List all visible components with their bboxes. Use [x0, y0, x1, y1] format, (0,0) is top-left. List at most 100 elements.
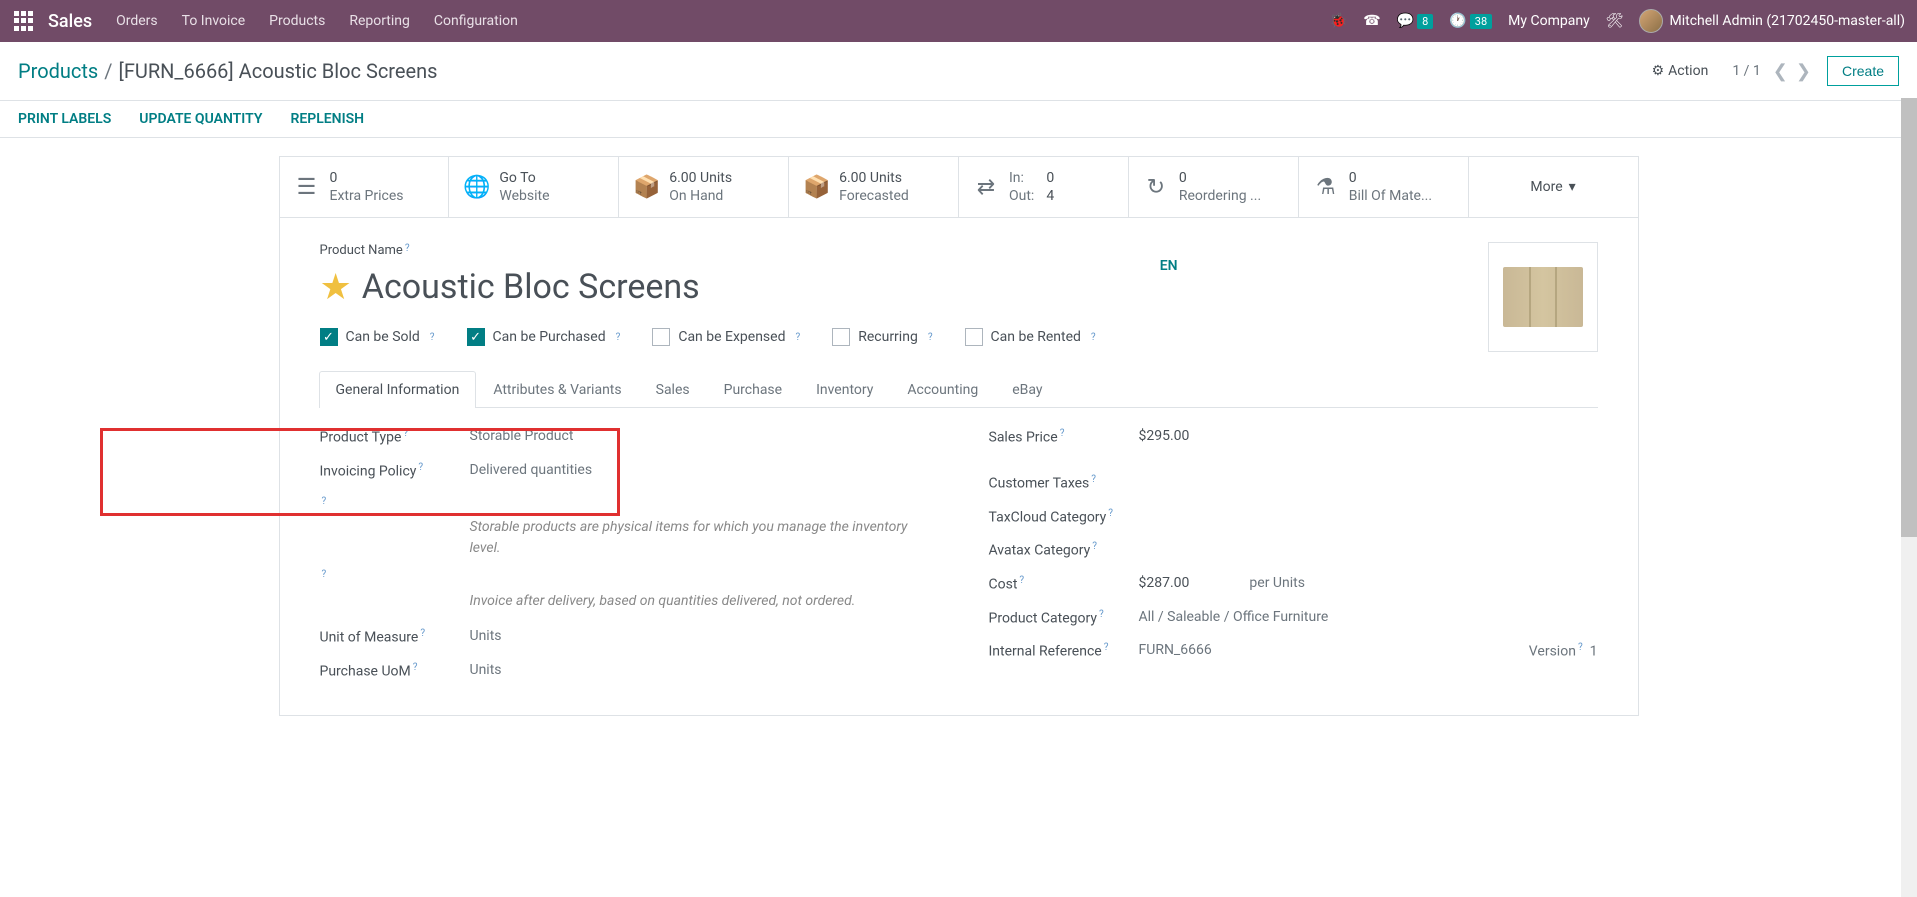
pager[interactable]: 1 / 1 [1732, 63, 1760, 79]
print-labels-button[interactable]: PRINT LABELS [18, 111, 111, 127]
help-icon[interactable]: ? [322, 496, 327, 507]
globe-icon: 🌐 [463, 175, 489, 200]
stat-transfers[interactable]: ⇄ In:Out: 04 [959, 157, 1129, 217]
header: Products / [FURN_6666] Acoustic Bloc Scr… [0, 42, 1917, 101]
refresh-icon: ↻ [1143, 175, 1169, 200]
user-menu[interactable]: Mitchell Admin (21702450-master-all) [1639, 9, 1905, 33]
stat-forecasted[interactable]: 📦 6.00 UnitsForecasted [789, 157, 959, 217]
nav-products[interactable]: Products [269, 13, 325, 29]
update-quantity-button[interactable]: UPDATE QUANTITY [139, 111, 262, 127]
can-be-purchased-checkbox[interactable]: ✓ [467, 328, 485, 346]
invoicing-policy-value[interactable]: Delivered quantities [470, 462, 929, 478]
breadcrumb-sep: / [104, 59, 112, 83]
help-icon[interactable]: ? [430, 332, 435, 343]
avatax-label: Avatax Category? [989, 541, 1139, 559]
help-icon[interactable]: ? [616, 332, 621, 343]
stat-extra-prices[interactable]: ☰ 0Extra Prices [280, 157, 450, 217]
sales-price-label: Sales Price? [989, 428, 1139, 446]
activities-icon[interactable]: 🕐38 [1449, 13, 1492, 29]
tab-accounting[interactable]: Accounting [890, 371, 995, 408]
help-icon[interactable]: ? [403, 428, 408, 439]
cubes-icon: 📦 [803, 175, 829, 200]
recurring-checkbox[interactable] [832, 328, 850, 346]
gear-icon: ⚙ [1652, 63, 1665, 79]
sheet: Product Name? ★ Acoustic Bloc Screens EN… [279, 218, 1639, 716]
purchase-uom-value[interactable]: Units [470, 662, 929, 678]
help-icon[interactable]: ? [405, 243, 410, 254]
left-column: Product Type?Storable Product Invoicing … [320, 428, 929, 695]
help-icon[interactable]: ? [1060, 428, 1065, 439]
help-icon[interactable]: ? [418, 462, 423, 473]
lang-button[interactable]: EN [1160, 258, 1178, 274]
nav-to-invoice[interactable]: To Invoice [182, 13, 246, 29]
uom-value[interactable]: Units [470, 628, 929, 644]
help-icon[interactable]: ? [1092, 541, 1097, 552]
product-name[interactable]: Acoustic Bloc Screens [362, 267, 700, 307]
help-icon[interactable]: ? [928, 332, 933, 343]
toolbar: PRINT LABELS UPDATE QUANTITY REPLENISH [0, 101, 1917, 138]
invoicing-policy-label: Invoicing Policy? [320, 462, 470, 480]
tab-purchase[interactable]: Purchase [707, 371, 799, 408]
help-icon[interactable]: ? [1578, 642, 1583, 653]
nav-configuration[interactable]: Configuration [434, 13, 518, 29]
category-value[interactable]: All / Saleable / Office Furniture [1139, 609, 1598, 625]
flask-icon: ⚗ [1313, 175, 1339, 200]
product-type-value[interactable]: Storable Product [470, 428, 929, 444]
sales-price-value[interactable]: $295.00 [1139, 428, 1598, 444]
help-icon[interactable]: ? [322, 569, 327, 580]
help-icon[interactable]: ? [1099, 609, 1104, 620]
prev-button[interactable]: ❮ [1773, 61, 1788, 82]
stat-on-hand[interactable]: 📦 6.00 UnitsOn Hand [619, 157, 789, 217]
cubes-icon: 📦 [633, 175, 659, 200]
help-icon[interactable]: ? [413, 662, 418, 673]
replenish-button[interactable]: REPLENISH [290, 111, 364, 127]
company-switcher[interactable]: My Company [1508, 13, 1590, 29]
invoicing-policy-hint: Invoice after delivery, based on quantit… [470, 591, 929, 612]
ref-value[interactable]: FURN_6666Version? 1 [1139, 642, 1598, 660]
can-be-expensed-checkbox[interactable] [652, 328, 670, 346]
favorite-star-icon[interactable]: ★ [320, 266, 352, 308]
breadcrumb-root[interactable]: Products [18, 59, 98, 83]
stat-bar: ☰ 0Extra Prices 🌐 Go ToWebsite 📦 6.00 Un… [279, 156, 1639, 218]
right-column: Sales Price?$295.00 Customer Taxes? TaxC… [989, 428, 1598, 695]
create-button[interactable]: Create [1827, 56, 1899, 86]
can-be-rented-checkbox[interactable] [965, 328, 983, 346]
product-flags: ✓Can be Sold? ✓Can be Purchased? Can be … [320, 328, 1598, 346]
product-type-label: Product Type? [320, 428, 470, 446]
tab-sales[interactable]: Sales [639, 371, 707, 408]
brand[interactable]: Sales [48, 11, 92, 32]
taxcloud-label: TaxCloud Category? [989, 508, 1139, 526]
help-icon[interactable]: ? [795, 332, 800, 343]
tab-inventory[interactable]: Inventory [799, 371, 890, 408]
scrollbar[interactable] [1901, 98, 1917, 897]
tab-attributes-variants[interactable]: Attributes & Variants [476, 371, 638, 408]
apps-icon[interactable] [12, 9, 36, 33]
nav-orders[interactable]: Orders [116, 13, 158, 29]
action-menu[interactable]: ⚙Action [1652, 63, 1709, 79]
cost-value[interactable]: $287.00per Units [1139, 575, 1598, 591]
help-icon[interactable]: ? [1091, 474, 1096, 485]
tab-ebay[interactable]: eBay [995, 371, 1059, 408]
stat-bom[interactable]: ⚗ 0Bill Of Mate... [1299, 157, 1469, 217]
tools-icon[interactable]: 🛠 [1606, 13, 1624, 29]
tab-general-information[interactable]: General Information [319, 371, 477, 408]
stat-reordering[interactable]: ↻ 0Reordering ... [1129, 157, 1299, 217]
can-be-sold-checkbox[interactable]: ✓ [320, 328, 338, 346]
stat-website[interactable]: 🌐 Go ToWebsite [449, 157, 619, 217]
ref-label: Internal Reference? [989, 642, 1139, 660]
help-icon[interactable]: ? [420, 628, 425, 639]
debug-icon[interactable]: 🐞 [1330, 13, 1347, 29]
next-button[interactable]: ❯ [1796, 61, 1811, 82]
help-icon[interactable]: ? [1108, 508, 1113, 519]
chevron-down-icon: ▾ [1569, 179, 1576, 195]
purchase-uom-label: Purchase UoM? [320, 662, 470, 680]
help-icon[interactable]: ? [1104, 642, 1109, 653]
product-image[interactable] [1488, 242, 1598, 352]
form-grid: Product Type?Storable Product Invoicing … [320, 408, 1598, 715]
messages-icon[interactable]: 💬8 [1397, 13, 1434, 29]
nav-reporting[interactable]: Reporting [349, 13, 410, 29]
help-icon[interactable]: ? [1019, 575, 1024, 586]
help-icon[interactable]: ? [1091, 332, 1096, 343]
stat-more[interactable]: More▾ [1469, 157, 1638, 217]
support-icon[interactable]: ☎ [1363, 13, 1380, 29]
